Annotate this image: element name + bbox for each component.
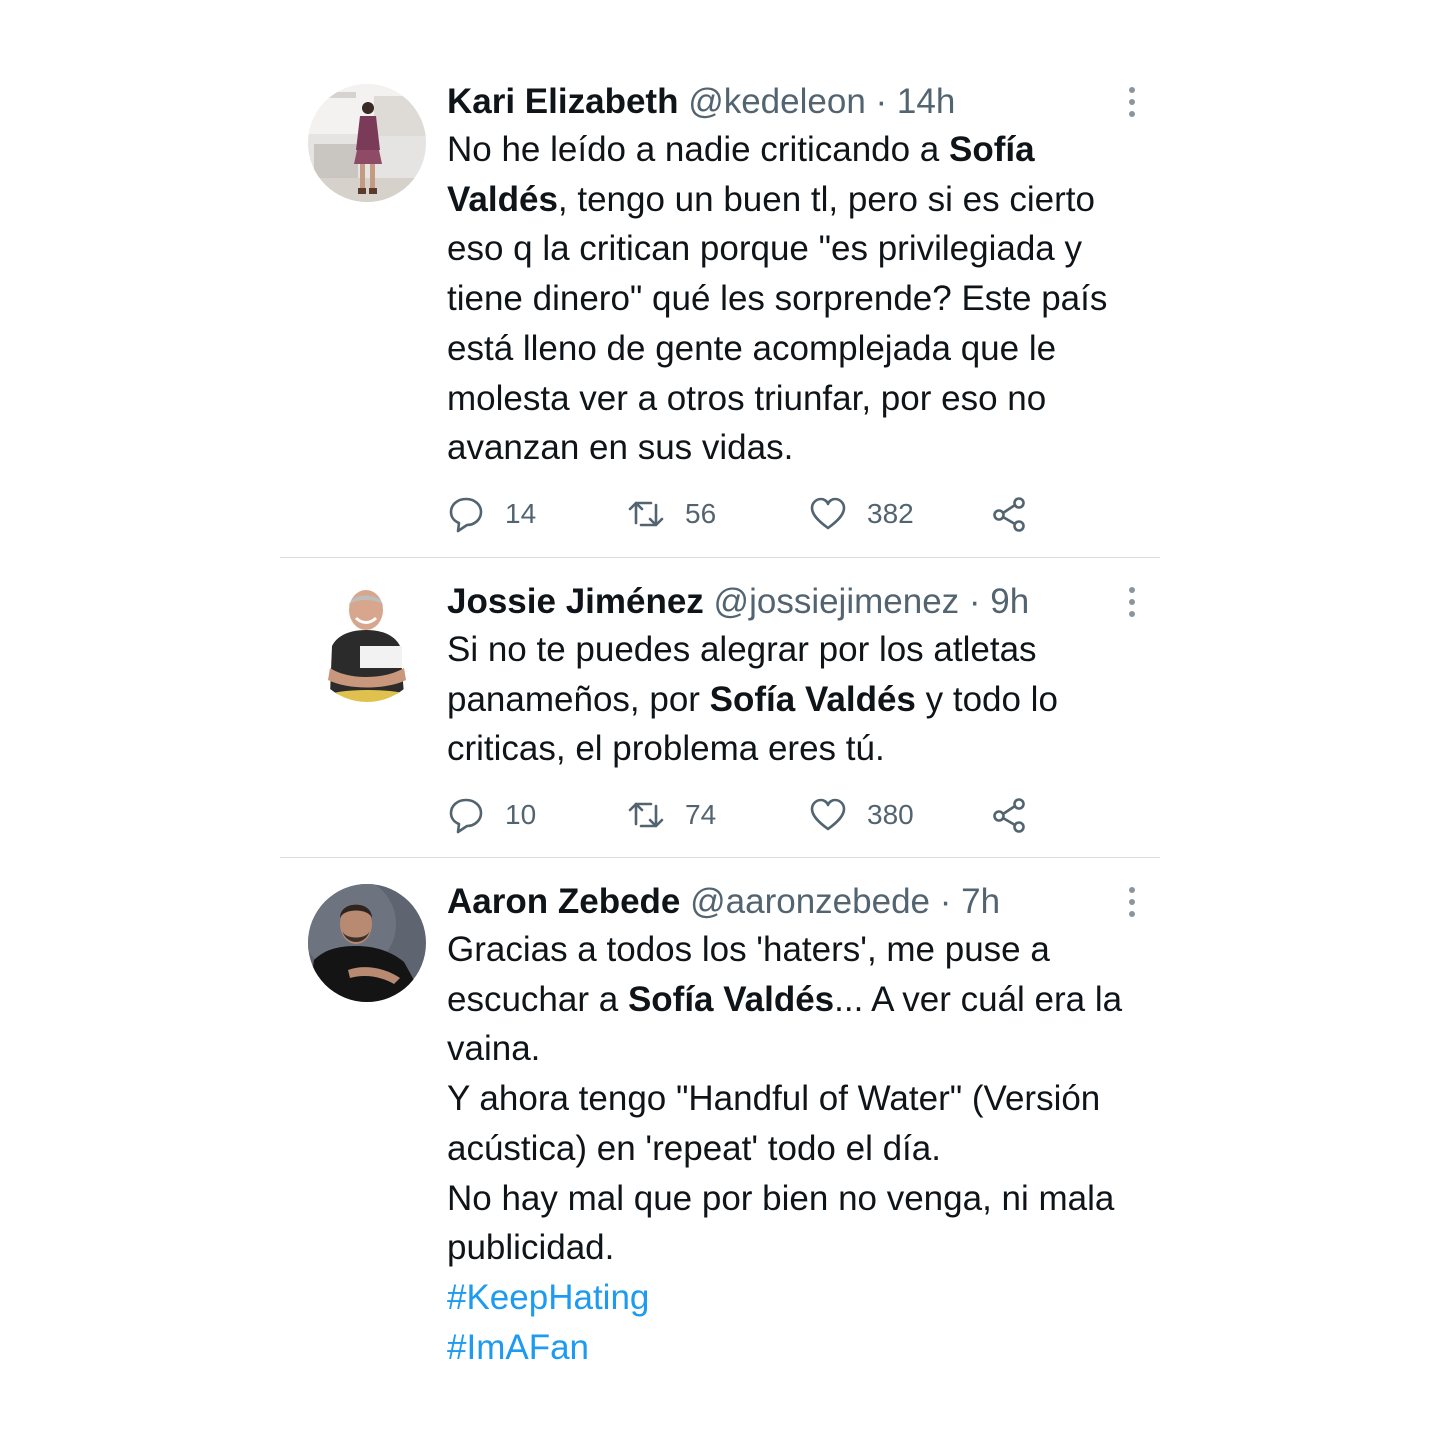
retweet-count: 56 [685,498,717,529]
timestamp[interactable]: 14h [897,82,955,121]
separator: · [875,82,888,121]
like-count: 382 [867,498,914,529]
hashtag-link[interactable]: #ImAFan [447,1323,1157,1370]
speech-bubble-icon [449,497,483,533]
user-handle[interactable]: @kedeleon [688,82,866,121]
avatar[interactable] [308,884,426,1002]
retweet-button[interactable]: 74 [627,795,716,835]
tweet[interactable]: Jossie Jiménez @jossiejimenez · 9h Si no… [280,580,1160,858]
timestamp[interactable]: 9h [990,582,1029,621]
reply-button[interactable]: 10 [447,795,536,835]
retweet-button[interactable]: 56 [627,494,716,534]
tweet-header: Aaron Zebede @aaronzebede · 7h [447,880,1000,924]
tweet-text-line: No hay mal que por bien no venga, ni mal… [447,1178,1115,1268]
display-name[interactable]: Kari Elizabeth [447,82,678,121]
avatar[interactable] [308,84,426,202]
tweet-text-line: Y ahora tengo "Handful of Water" (Versió… [447,1079,1101,1168]
heart-icon [810,798,846,831]
more-options-icon[interactable] [1122,882,1142,922]
display-name[interactable]: Aaron Zebede [447,882,680,921]
tweet-text: No he leído a nadie criticando a Sofía V… [447,125,1157,473]
mention-bold: Sofía Valdés [627,979,835,1019]
avatar-photo [308,84,426,202]
avatar-photo [308,584,426,702]
share-button[interactable] [991,795,1029,835]
retweet-icon [628,501,664,527]
timestamp[interactable]: 7h [961,882,1000,921]
retweet-icon [628,802,664,828]
reply-count: 14 [505,498,537,529]
tweet-divider [280,557,1160,558]
tweet[interactable]: Kari Elizabeth @kedeleon · 14h No he leí… [280,80,1160,558]
user-handle[interactable]: @jossiejimenez [714,582,960,621]
cropped-icon [1062,1364,1102,1370]
mention-bold: Sofía Valdés [709,679,916,719]
speech-bubble-icon [449,798,483,834]
tweet-header: Jossie Jiménez @jossiejimenez · 9h [447,580,1029,624]
separator: · [939,882,952,921]
avatar[interactable] [308,584,426,702]
tweet-text-start: No he leído a nadie criticando a [447,130,949,169]
tweet-text: Si no te puedes alegrar por los atletas … [447,625,1157,774]
tweet-actions: 10 74 380 [447,795,1147,835]
like-button[interactable]: 382 [809,494,914,534]
share-button[interactable] [991,494,1029,534]
like-count: 380 [867,799,914,830]
user-handle[interactable]: @aaronzebede [690,882,930,921]
hashtag-link[interactable]: #KeepHating [447,1273,1157,1323]
display-name[interactable]: Jossie Jiménez [447,582,704,621]
tweet-header: Kari Elizabeth @kedeleon · 14h [447,80,955,124]
reply-count: 10 [505,799,537,830]
tweet-text-end: , tengo un buen tl, pero si es cierto es… [447,179,1108,468]
tweet-divider [280,857,1160,858]
share-icon [993,497,1025,532]
like-button[interactable]: 380 [809,795,914,835]
share-icon [993,798,1025,833]
more-options-icon[interactable] [1122,582,1142,622]
avatar-photo [308,884,426,1002]
tweet-text: Gracias a todos los 'haters', me puse a … [447,925,1157,1370]
heart-icon [810,497,846,530]
separator: · [968,582,981,621]
tweet[interactable]: Aaron Zebede @aaronzebede · 7h Gracias a… [280,880,1160,1370]
tweet-actions: 14 56 382 [447,494,1147,534]
reply-button[interactable]: 14 [447,494,536,534]
tweet-feed: Kari Elizabeth @kedeleon · 14h No he leí… [280,0,1160,1370]
more-options-icon[interactable] [1122,82,1142,122]
retweet-count: 74 [685,799,717,830]
